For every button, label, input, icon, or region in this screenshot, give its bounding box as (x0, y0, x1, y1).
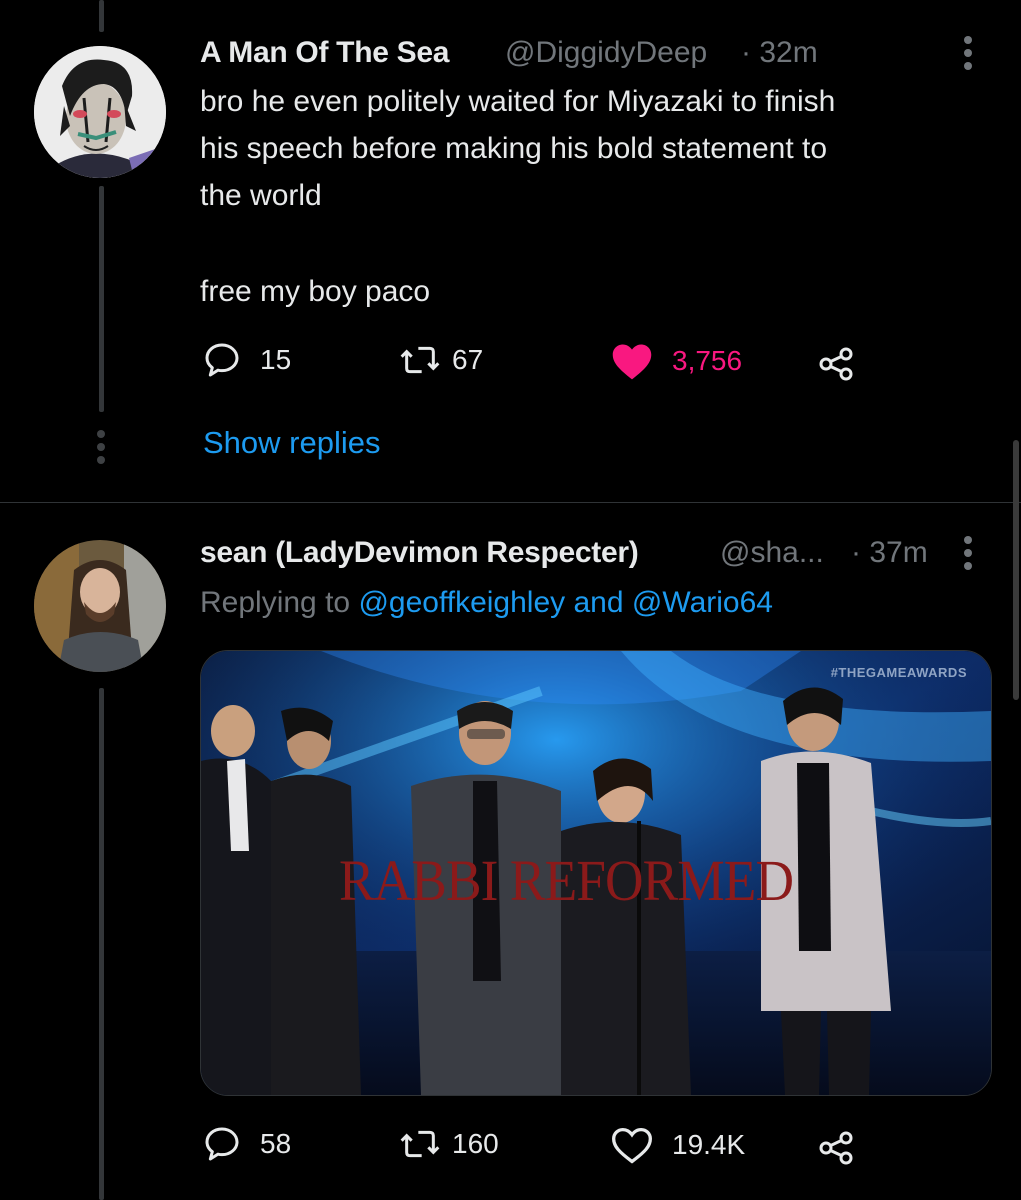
display-name[interactable]: sean (LadyDevimon Respecter) (200, 536, 639, 570)
timestamp[interactable]: · 32m (741, 36, 818, 70)
handle[interactable]: @DiggidyDeep (505, 36, 707, 70)
retweet-count: 160 (452, 1128, 499, 1159)
share-button[interactable] (816, 1128, 856, 1168)
share-button[interactable] (816, 344, 856, 384)
avatar[interactable] (34, 46, 166, 178)
retweet-icon (400, 346, 440, 374)
reply-count: 58 (260, 1128, 292, 1159)
divider (0, 502, 1021, 503)
like-count: 19.4K (672, 1129, 746, 1160)
like-count: 3,756 (672, 345, 743, 376)
mention-link[interactable]: @geoffkeighley (358, 586, 565, 619)
more-icon[interactable] (963, 536, 973, 575)
tweet-text-line: bro he even politely waited for Miyazaki… (200, 85, 836, 118)
thread-line-2 (99, 688, 104, 1200)
avatar-image (34, 540, 166, 672)
like-button[interactable]: 19.4K (610, 1124, 745, 1166)
retweet-button[interactable]: 160 (398, 1124, 499, 1164)
tweet-text-line: free my boy paco (200, 275, 431, 308)
handle[interactable]: @sha... (720, 536, 824, 570)
reply-button[interactable]: 15 (202, 340, 291, 380)
retweet-icon (400, 1130, 440, 1158)
like-icon (612, 1127, 652, 1164)
share-icon (819, 1131, 853, 1165)
scrollbar[interactable] (1013, 440, 1019, 700)
show-replies-link[interactable]: Show replies (203, 425, 380, 461)
media-watermark: #THEGAMEAWARDS (830, 665, 967, 680)
avatar-image (34, 46, 166, 178)
replying-to-prefix: Replying to (200, 586, 351, 619)
avatar[interactable] (34, 540, 166, 672)
more-icon[interactable] (963, 36, 973, 75)
like-button[interactable]: 3,756 (610, 340, 742, 382)
tweet-text: bro he even politely waited for Miyazaki… (200, 78, 980, 219)
display-name[interactable]: A Man Of The Sea (200, 36, 449, 70)
mention-link[interactable]: @Wario64 (632, 586, 773, 619)
media-caption: RABBI REFORMED (339, 848, 794, 913)
more-replies-icon (96, 430, 106, 469)
reply-icon (205, 343, 239, 377)
reply-icon (205, 1127, 239, 1161)
thread-line-1 (99, 186, 104, 412)
like-icon (612, 344, 652, 380)
timestamp[interactable]: · 37m (851, 536, 928, 570)
retweet-count: 67 (452, 344, 484, 375)
retweet-button[interactable]: 67 (398, 340, 483, 380)
replying-to-and: and (573, 586, 624, 619)
replying-to: Replying to @geoffkeighley and @Wario64 (200, 586, 773, 620)
reply-count: 15 (260, 344, 292, 375)
share-icon (819, 347, 853, 381)
tweet-media[interactable]: #THEGAMEAWARDS RABBI REFORMED (200, 650, 992, 1096)
thread-line-top (99, 0, 104, 32)
tweet-text-line: the world (200, 179, 322, 212)
tweet-text-line: his speech before making his bold statem… (200, 132, 828, 165)
reply-button[interactable]: 58 (202, 1124, 291, 1164)
